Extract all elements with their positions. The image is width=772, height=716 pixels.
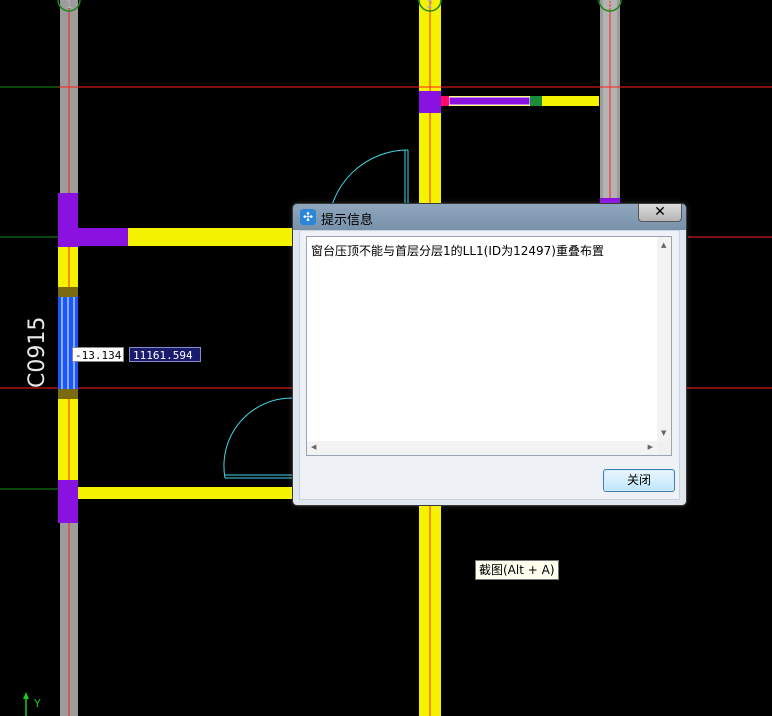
message-text: 窗台压顶不能与首层分层1的LL1(ID为12497)重叠布置 xyxy=(311,244,604,258)
dialog-titlebar[interactable]: ✣ 提示信息 ✕ xyxy=(293,204,686,230)
coord-y-input[interactable]: 11161.594 xyxy=(129,347,201,362)
scroll-down-icon[interactable]: ▼ xyxy=(661,430,666,437)
close-button[interactable]: 关闭 xyxy=(603,469,675,492)
window-tag: C0915 xyxy=(25,317,50,388)
message-textarea[interactable]: 窗台压顶不能与首层分层1的LL1(ID为12497)重叠布置 ▲ ▼ ◀ ▶ xyxy=(306,236,672,456)
axis-label-1: 1 xyxy=(66,0,73,11)
door-lower xyxy=(223,397,294,479)
beam-marker-red xyxy=(441,96,449,106)
wall-horizontal-lower xyxy=(78,487,292,499)
ucs-arrow-icon xyxy=(23,692,29,699)
scroll-left-icon[interactable]: ◀ xyxy=(311,444,316,451)
screenshot-tooltip: 截图(Alt + A) xyxy=(475,560,559,580)
close-icon[interactable]: ✕ xyxy=(638,204,682,222)
window-end-top xyxy=(58,287,78,297)
app-logo-icon: ✣ xyxy=(300,209,316,225)
dialog-title: 提示信息 xyxy=(321,213,374,228)
beam-element-top[interactable] xyxy=(448,96,531,106)
message-dialog: ✣ 提示信息 ✕ 窗台压顶不能与首层分层1的LL1(ID为12497)重叠布置 … xyxy=(292,203,687,506)
axis-label-2: 2 xyxy=(427,0,434,11)
dialog-content: 窗台压顶不能与首层分层1的LL1(ID为12497)重叠布置 ▲ ▼ ◀ ▶ 关… xyxy=(299,230,680,500)
column-1-upper-arm xyxy=(78,228,128,246)
scroll-corner xyxy=(657,441,671,455)
column-1-upper xyxy=(58,193,78,247)
horizontal-scrollbar[interactable]: ◀ ▶ xyxy=(307,441,657,455)
coord-x-input[interactable]: -13.134 xyxy=(72,347,124,362)
vertical-scrollbar[interactable]: ▲ ▼ xyxy=(657,237,671,441)
column-2-top xyxy=(419,91,441,113)
beam-marker-green xyxy=(530,96,542,106)
axis-label-3: 3 xyxy=(607,0,614,11)
column-1-lower xyxy=(58,480,78,523)
scroll-up-icon[interactable]: ▲ xyxy=(661,242,666,249)
window-end-bottom xyxy=(58,389,78,399)
ucs-y-label: Y xyxy=(33,697,41,710)
scroll-right-icon[interactable]: ▶ xyxy=(648,444,653,451)
